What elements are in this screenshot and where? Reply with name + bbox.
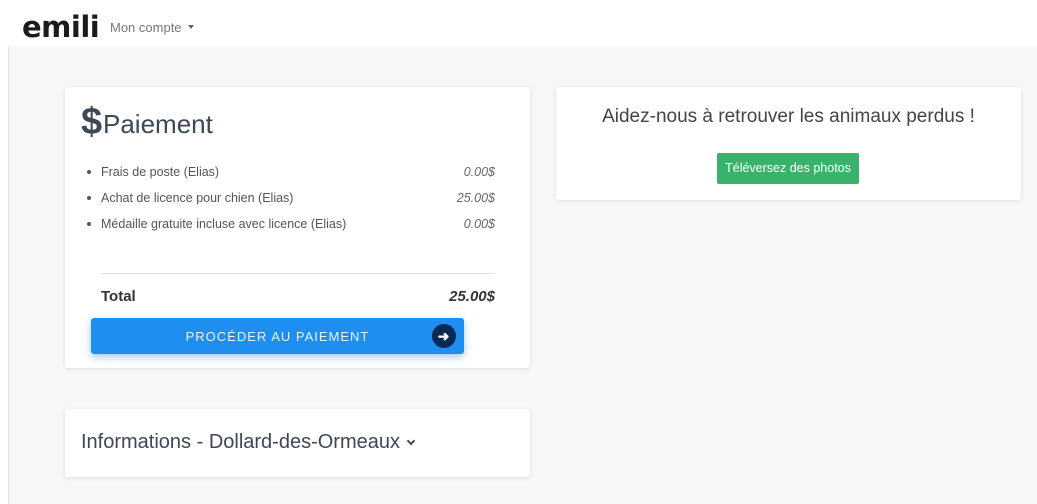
- info-card: Informations - Dollard-des-Ormeaux: [65, 409, 530, 477]
- account-dropdown[interactable]: Mon compte: [110, 20, 194, 36]
- info-title: Informations - Dollard-des-Ormeaux: [81, 431, 400, 453]
- proceed-payment-button[interactable]: PROCÉDER AU PAIEMENT ➜: [91, 318, 464, 354]
- total-amount: 25.00$: [449, 288, 495, 305]
- dollar-icon: $: [81, 101, 103, 143]
- item-amount: 25.00$: [456, 191, 495, 205]
- upload-photos-button[interactable]: Téléversez des photos: [717, 153, 859, 184]
- item-label: Achat de licence pour chien (Elias): [101, 191, 294, 205]
- item-label: Médaille gratuite incluse avec licence (…: [101, 217, 347, 231]
- item-amount: 0.00$: [463, 165, 495, 179]
- main-content: $ Paiement Frais de poste (Elias) 0.00$ …: [8, 46, 1037, 504]
- list-item: Achat de licence pour chien (Elias) 25.0…: [85, 188, 495, 214]
- info-accordion-toggle[interactable]: Informations - Dollard-des-Ormeaux: [81, 429, 416, 459]
- payment-title: Paiement: [103, 109, 213, 139]
- caret-down-icon: [187, 24, 194, 29]
- bullet: [87, 170, 91, 174]
- payment-card: $ Paiement Frais de poste (Elias) 0.00$ …: [65, 87, 530, 368]
- arrow-right-icon: ➜: [432, 324, 456, 348]
- top-navbar: emili Mon compte: [0, 0, 1037, 46]
- emili-logo[interactable]: emili: [22, 10, 100, 44]
- account-dropdown-label: Mon compte: [110, 20, 182, 35]
- lost-animals-card: Aidez-nous à retrouver les animaux perdu…: [556, 87, 1021, 200]
- bullet: [87, 196, 91, 200]
- list-item: Médaille gratuite incluse avec licence (…: [85, 214, 495, 240]
- total-divider: [101, 273, 495, 274]
- payment-items-list: Frais de poste (Elias) 0.00$ Achat de li…: [85, 162, 495, 240]
- total-label: Total: [101, 288, 136, 305]
- item-label: Frais de poste (Elias): [101, 165, 220, 179]
- lost-animals-title: Aidez-nous à retrouver les animaux perdu…: [602, 106, 975, 127]
- bullet: [87, 222, 91, 226]
- chevron-down-icon: [406, 436, 416, 446]
- proceed-payment-label: PROCÉDER AU PAIEMENT: [185, 329, 370, 344]
- item-amount: 0.00$: [463, 217, 495, 231]
- list-item: Frais de poste (Elias) 0.00$: [85, 162, 495, 188]
